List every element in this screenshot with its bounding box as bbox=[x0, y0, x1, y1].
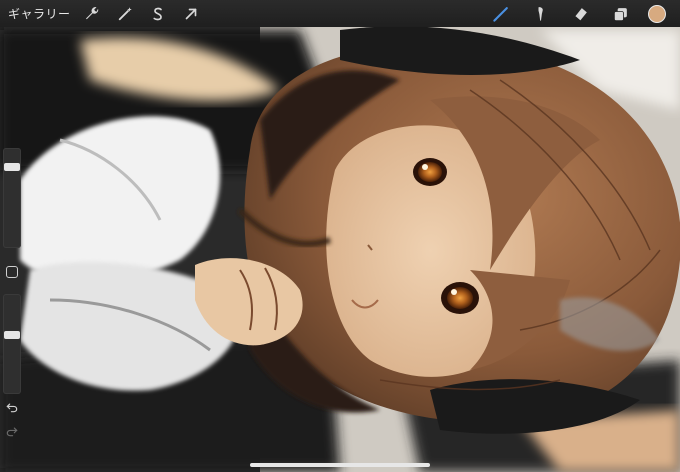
magic-wand-icon bbox=[118, 6, 132, 20]
opacity-thumb[interactable] bbox=[4, 331, 20, 340]
brush-button[interactable] bbox=[488, 1, 514, 27]
smudge-icon bbox=[538, 6, 543, 21]
brush-icon bbox=[493, 6, 508, 22]
selection-s-icon bbox=[152, 7, 162, 20]
brush-size-slider[interactable] bbox=[3, 148, 21, 248]
selection-button[interactable] bbox=[147, 3, 169, 25]
undo-icon[interactable] bbox=[5, 400, 19, 414]
actions-button[interactable] bbox=[81, 3, 103, 25]
redo-icon[interactable] bbox=[5, 424, 19, 438]
transform-button[interactable] bbox=[180, 3, 202, 25]
procreate-app: ギャラリー bbox=[0, 0, 680, 472]
smudge-button[interactable] bbox=[528, 1, 554, 27]
home-indicator[interactable] bbox=[250, 463, 430, 467]
wrench-icon bbox=[85, 6, 98, 19]
layers-button[interactable] bbox=[608, 1, 634, 27]
color-button[interactable] bbox=[648, 4, 666, 23]
drawing-canvas[interactable] bbox=[0, 0, 680, 472]
eraser-button[interactable] bbox=[568, 1, 594, 27]
top-toolbar: ギャラリー bbox=[0, 0, 680, 27]
layers-icon bbox=[613, 7, 627, 21]
left-sidebar bbox=[0, 148, 24, 438]
arrow-cursor-icon bbox=[185, 8, 196, 19]
gallery-button[interactable]: ギャラリー bbox=[8, 5, 71, 22]
right-toolset bbox=[474, 0, 680, 27]
modify-button[interactable] bbox=[6, 266, 18, 278]
eraser-icon bbox=[574, 7, 587, 21]
opacity-slider[interactable] bbox=[3, 294, 21, 394]
adjustments-button[interactable] bbox=[114, 3, 136, 25]
brush-size-thumb[interactable] bbox=[4, 163, 20, 172]
